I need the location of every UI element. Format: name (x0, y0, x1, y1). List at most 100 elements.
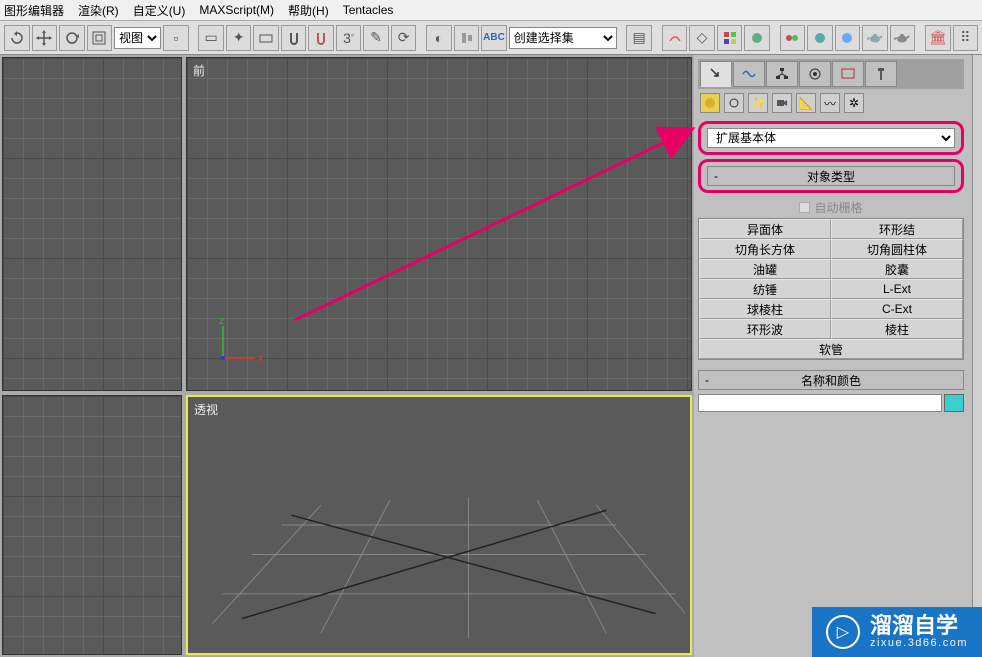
grid-icon (3, 396, 181, 654)
keyboard-shortcuts-button[interactable] (253, 25, 279, 51)
curve-editor-button[interactable] (662, 25, 688, 51)
collapse-icon: - (705, 373, 709, 387)
obj-prism-button[interactable]: 棱柱 (831, 319, 963, 339)
mirror-button[interactable]: ◐ (426, 25, 452, 51)
viewport-label: 透视 (194, 401, 218, 418)
spinner-snap-button[interactable]: ✎ (363, 25, 389, 51)
hierarchy-tab[interactable] (766, 61, 798, 87)
main-area: 前 x z 透视 (0, 55, 982, 657)
auto-grid-label: 自动栅格 (814, 199, 862, 216)
menu-item[interactable]: MAXScript(M) (199, 3, 274, 17)
modify-tab[interactable] (733, 61, 765, 87)
obj-gengon-button[interactable]: 球棱柱 (699, 299, 831, 319)
obj-cext-button[interactable]: C-Ext (831, 299, 963, 319)
perspective-grid-icon (188, 397, 690, 653)
side-scrollbar[interactable] (972, 55, 982, 657)
obj-spindle-button[interactable]: 纺锤 (699, 279, 831, 299)
render-setup-button[interactable] (744, 25, 770, 51)
create-tab[interactable] (700, 61, 732, 87)
helpers-tab[interactable]: 📐 (796, 93, 816, 113)
viewport-front[interactable]: 前 x z (186, 57, 692, 391)
manipulate-button[interactable]: ✦ (226, 25, 252, 51)
rollout-title: 名称和颜色 (801, 372, 861, 389)
reference-coord-dropdown[interactable]: 视图 (114, 27, 161, 49)
teapot-quick-button[interactable] (890, 25, 916, 51)
obj-chamercyl-button[interactable]: 切角圆柱体 (831, 239, 963, 259)
obj-lext-button[interactable]: L-Ext (831, 279, 963, 299)
pivot-button[interactable]: ▫ (163, 25, 189, 51)
named-selection-dropdown[interactable]: 创建选择集 (509, 27, 617, 49)
utilities-tab[interactable] (865, 61, 897, 87)
main-toolbar: 视图 ▫ ▭ ✦ 3° ✎ ⟳ ◐ ABC 创建选择集 ▤ ◇ 🏛 ⠿ (0, 21, 982, 55)
name-color-section: - 名称和颜色 (698, 370, 964, 412)
grid-icon (3, 58, 181, 390)
highlight-category-dropdown: 扩展基本体 (698, 121, 964, 155)
viewport-top-left[interactable] (2, 57, 182, 391)
svg-text:z: z (219, 316, 224, 327)
rollout-title: 对象类型 (807, 168, 855, 185)
obj-torusknot-button[interactable]: 环形结 (831, 219, 963, 239)
rotate-button[interactable] (59, 25, 85, 51)
highlight-object-type-header: - 对象类型 (698, 159, 964, 193)
motion-tab[interactable] (799, 61, 831, 87)
align-button[interactable] (454, 25, 480, 51)
watermark-title: 溜溜自学 (870, 615, 968, 637)
name-color-rollout-header[interactable]: - 名称和颜色 (698, 370, 964, 390)
menubar: 图形编辑器 渲染(R) 自定义(U) MAXScript(M) 帮助(H) Te… (0, 0, 982, 21)
viewport-bottom-left[interactable] (2, 395, 182, 655)
text-display-button[interactable]: ABC (481, 25, 507, 51)
move-button[interactable] (32, 25, 58, 51)
object-color-swatch[interactable] (944, 394, 964, 412)
layer-manager-button[interactable]: ▤ (626, 25, 652, 51)
render-frame-button[interactable] (780, 25, 806, 51)
obj-oiltank-button[interactable]: 油罐 (699, 259, 831, 279)
viewport-label: 前 (193, 62, 205, 79)
svg-text:x: x (258, 353, 263, 364)
geometry-tab[interactable] (700, 93, 720, 113)
material-editor-button[interactable] (717, 25, 743, 51)
auto-grid-checkbox[interactable] (799, 202, 810, 213)
shapes-tab[interactable] (724, 93, 744, 113)
create-category-tabs: ✨ 📐 〰 ✲ (698, 89, 964, 117)
obj-hedra-button[interactable]: 异面体 (699, 219, 831, 239)
geometry-category-dropdown[interactable]: 扩展基本体 (707, 128, 955, 148)
object-name-input[interactable] (698, 394, 942, 412)
obj-capsule-button[interactable]: 胶囊 (831, 259, 963, 279)
play-icon: ▷ (826, 615, 860, 649)
select-button[interactable]: ▭ (198, 25, 224, 51)
menu-item[interactable]: Tentacles (343, 3, 394, 17)
systems-tab[interactable]: ✲ (844, 93, 864, 113)
render-preset-button[interactable] (835, 25, 861, 51)
cameras-tab[interactable] (772, 93, 792, 113)
undo-button[interactable] (4, 25, 30, 51)
menu-item[interactable]: 渲染(R) (78, 2, 119, 19)
watermark: ▷ 溜溜自学 zixue.3d66.com (812, 607, 982, 657)
obj-hose-button[interactable]: 软管 (699, 339, 963, 359)
auto-grid-row: 自动栅格 (698, 197, 964, 218)
snap-toggle-button[interactable] (281, 25, 307, 51)
menu-item[interactable]: 自定义(U) (133, 2, 186, 19)
grid-settings-button[interactable]: ⠿ (953, 25, 979, 51)
edit-named-sel-button[interactable]: ⟳ (391, 25, 417, 51)
command-panel-tabs (698, 59, 964, 89)
viewports-container: 前 x z 透视 (0, 55, 694, 657)
percent-snap-button[interactable]: 3° (336, 25, 362, 51)
angle-snap-button[interactable] (308, 25, 334, 51)
menu-item[interactable]: 图形编辑器 (4, 2, 64, 19)
display-tab[interactable] (832, 61, 864, 87)
command-panel: ✨ 📐 〰 ✲ 扩展基本体 - 对象类型 自动栅格 (694, 55, 982, 657)
temple-icon-button[interactable]: 🏛 (925, 25, 951, 51)
object-type-rollout-header[interactable]: - 对象类型 (707, 166, 955, 186)
menu-item[interactable]: 帮助(H) (288, 2, 329, 19)
obj-ringwave-button[interactable]: 环形波 (699, 319, 831, 339)
schematic-view-button[interactable]: ◇ (689, 25, 715, 51)
spacewarp-tab[interactable]: 〰 (820, 93, 840, 113)
scale-button[interactable] (87, 25, 113, 51)
quick-render-button[interactable] (807, 25, 833, 51)
lights-tab[interactable]: ✨ (748, 93, 768, 113)
object-type-grid: 异面体 环形结 切角长方体 切角圆柱体 油罐 胶囊 纺锤 L-Ext 球棱柱 C… (698, 218, 964, 360)
axis-gizmo: x z (215, 316, 265, 366)
viewport-perspective[interactable]: 透视 (186, 395, 692, 655)
teapot-render-button[interactable] (862, 25, 888, 51)
obj-chamerbox-button[interactable]: 切角长方体 (699, 239, 831, 259)
